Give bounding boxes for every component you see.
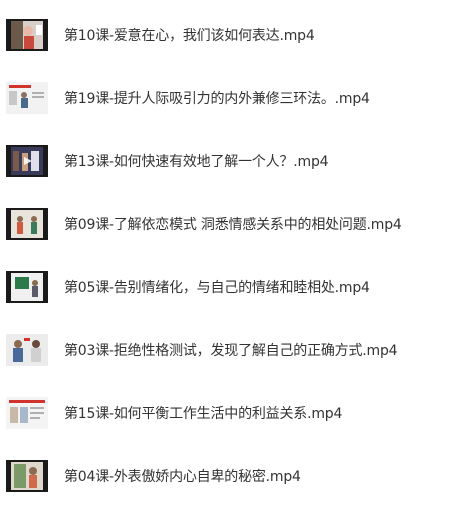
file-name[interactable]: 第13课-如何快速有效地了解一个人？.mp4 bbox=[64, 151, 329, 171]
file-name[interactable]: 第03课-拒绝性格测试，发现了解自己的正确方式.mp4 bbox=[64, 340, 398, 360]
file-row[interactable]: 第04课-外表傲娇内心自卑的秘密.mp4 bbox=[0, 456, 470, 496]
video-thumbnail[interactable] bbox=[6, 82, 48, 114]
file-row[interactable]: 第19课-提升人际吸引力的内外兼修三环法。.mp4 bbox=[0, 78, 470, 118]
video-thumbnail[interactable] bbox=[6, 397, 48, 429]
file-name[interactable]: 第15课-如何平衡工作生活中的利益关系.mp4 bbox=[64, 403, 342, 423]
video-thumbnail-image bbox=[6, 82, 48, 114]
video-thumbnail[interactable] bbox=[6, 208, 48, 240]
video-thumbnail[interactable] bbox=[6, 271, 48, 303]
file-row[interactable]: 第10课-爱意在心，我们该如何表达.mp4 bbox=[0, 15, 470, 55]
video-thumbnail-image bbox=[6, 208, 48, 240]
file-list: 第10课-爱意在心，我们该如何表达.mp4 第19课-提升人际吸引力的内外兼修三… bbox=[0, 0, 470, 512]
file-name[interactable]: 第04课-外表傲娇内心自卑的秘密.mp4 bbox=[64, 466, 301, 486]
video-thumbnail[interactable] bbox=[6, 334, 48, 366]
file-row[interactable]: 第15课-如何平衡工作生活中的利益关系.mp4 bbox=[0, 393, 470, 433]
video-thumbnail[interactable] bbox=[6, 460, 48, 492]
video-thumbnail-image bbox=[6, 271, 48, 303]
video-thumbnail-image bbox=[6, 397, 48, 429]
file-row[interactable]: 第13课-如何快速有效地了解一个人？.mp4 bbox=[0, 141, 470, 181]
video-thumbnail-image bbox=[6, 460, 48, 492]
file-name[interactable]: 第05课-告别情绪化，与自己的情绪和睦相处.mp4 bbox=[64, 277, 370, 297]
file-name[interactable]: 第09课-了解依恋模式 洞悉情感关系中的相处问题.mp4 bbox=[64, 214, 402, 234]
video-thumbnail[interactable] bbox=[6, 145, 48, 177]
video-thumbnail-image bbox=[6, 145, 48, 177]
video-thumbnail[interactable] bbox=[6, 19, 48, 51]
video-thumbnail-image bbox=[6, 19, 48, 51]
file-name[interactable]: 第10课-爱意在心，我们该如何表达.mp4 bbox=[64, 25, 315, 45]
file-name[interactable]: 第19课-提升人际吸引力的内外兼修三环法。.mp4 bbox=[64, 88, 370, 108]
file-row[interactable]: 第03课-拒绝性格测试，发现了解自己的正确方式.mp4 bbox=[0, 330, 470, 370]
video-thumbnail-image bbox=[6, 334, 48, 366]
file-row[interactable]: 第09课-了解依恋模式 洞悉情感关系中的相处问题.mp4 bbox=[0, 204, 470, 244]
file-row[interactable]: 第05课-告别情绪化，与自己的情绪和睦相处.mp4 bbox=[0, 267, 470, 307]
